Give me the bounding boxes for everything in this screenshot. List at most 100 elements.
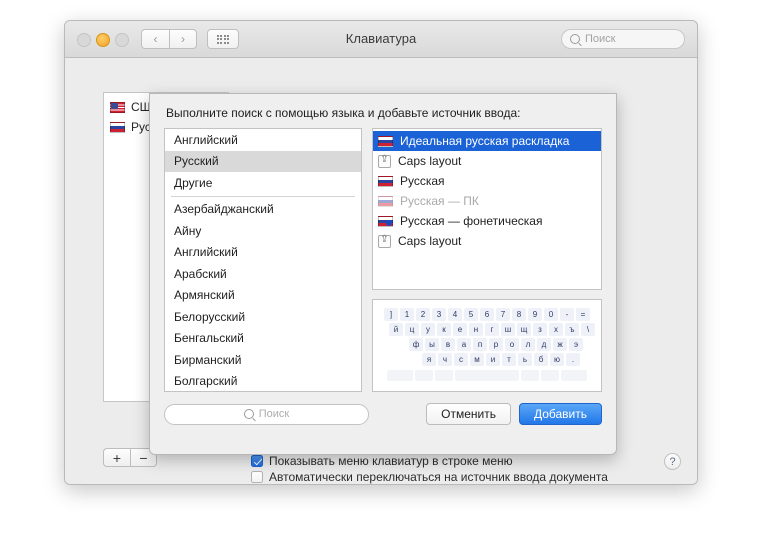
language-list[interactable]: Английский Русский Другие Азербайджански…: [164, 128, 362, 392]
sheet-search-field[interactable]: Поиск: [164, 403, 369, 425]
input-source-label: Caps layout: [398, 154, 462, 168]
keyboard-key: э: [569, 338, 583, 351]
keyboard-key: ж: [553, 338, 567, 351]
window-search-placeholder: Поиск: [585, 33, 616, 45]
russian-flag-phonetic-icon: [378, 215, 393, 227]
keyboard-row-3: фывапролджэ: [391, 338, 583, 351]
keyboard-key: ь: [518, 353, 532, 366]
keyboard-key: 6: [480, 308, 494, 321]
keyboard-key: л: [521, 338, 535, 351]
keyboard-key: 3: [432, 308, 446, 321]
sheet-button-group: Отменить Добавить: [426, 403, 602, 425]
sheet-columns: Английский Русский Другие Азербайджански…: [164, 128, 602, 392]
keyboard-key: м: [470, 353, 484, 366]
keyboard-key: ф: [409, 338, 423, 351]
language-item-armenian[interactable]: Армянский: [165, 285, 361, 307]
russian-flag-icon: [378, 195, 393, 207]
keyboard-spacebar-row: [387, 370, 587, 381]
keyboard-key: з: [533, 323, 547, 336]
language-item-azerbaijani[interactable]: Азербайджанский: [165, 199, 361, 221]
input-source-label: Русская: [400, 174, 445, 188]
language-item-belarusian[interactable]: Белорусский: [165, 306, 361, 328]
keyboard-key: е: [453, 323, 467, 336]
cancel-button[interactable]: Отменить: [426, 403, 511, 425]
input-source-item-ideal-russian[interactable]: Идеальная русская раскладка: [373, 131, 601, 151]
keyboard-key: ш: [501, 323, 515, 336]
keyboard-key: 8: [512, 308, 526, 321]
keyboard-key: ч: [438, 353, 452, 366]
russian-flag-icon: [110, 121, 125, 133]
keyboard-key: х: [549, 323, 563, 336]
input-source-item-russian[interactable]: Русская: [373, 171, 601, 191]
input-source-item-russian-phonetic[interactable]: Русская — фонетическая: [373, 211, 601, 231]
keyboard-key: и: [486, 353, 500, 366]
checkbox-icon[interactable]: [251, 455, 263, 467]
language-item-burmese[interactable]: Бирманский: [165, 349, 361, 371]
keyboard-key: с: [454, 353, 468, 366]
keyboard-key: н: [469, 323, 483, 336]
input-source-label: Русская — фонетическая: [400, 214, 543, 228]
us-flag-icon: [110, 101, 125, 113]
keyboard-key: 2: [416, 308, 430, 321]
keyboard-key: ъ: [565, 323, 579, 336]
keyboard-key: к: [437, 323, 451, 336]
language-item-english-top[interactable]: Английский: [165, 129, 361, 151]
preferences-body: США Русская + − Показывать меню клавиату…: [65, 58, 697, 484]
russian-flag-icon: [378, 135, 393, 147]
language-item-other[interactable]: Другие: [165, 172, 361, 194]
checkbox-label: Показывать меню клавиатур в строке меню: [269, 454, 513, 468]
keyboard-key: =: [576, 308, 590, 321]
language-item-bengali[interactable]: Бенгальский: [165, 328, 361, 350]
window-search-field[interactable]: Поиск: [561, 29, 685, 49]
keyboard-key: -: [560, 308, 574, 321]
keyboard-key: \: [581, 323, 595, 336]
window-titlebar: ‹ › Клавиатура Поиск: [65, 21, 697, 58]
language-item-english[interactable]: Английский: [165, 242, 361, 264]
keyboard-key: 4: [448, 308, 462, 321]
search-icon: [243, 409, 254, 419]
checkbox-show-keyboard-menu[interactable]: Показывать меню клавиатур в строке меню: [251, 454, 513, 468]
keyboard-key: т: [502, 353, 516, 366]
keyboard-key: п: [473, 338, 487, 351]
keyboard-key: ц: [405, 323, 419, 336]
caps-layout-icon: [378, 233, 391, 248]
language-item-arabic[interactable]: Арабский: [165, 263, 361, 285]
keyboard-key: ю: [550, 353, 564, 366]
right-column: Идеальная русская раскладка Caps layout …: [372, 128, 602, 392]
caps-layout-icon: [378, 153, 391, 168]
keyboard-key: я: [422, 353, 436, 366]
keyboard-preferences-window: ‹ › Клавиатура Поиск США Русская +: [64, 20, 698, 485]
keyboard-key: а: [457, 338, 471, 351]
input-source-label: Русская — ПК: [400, 194, 479, 208]
keyboard-key: 0: [544, 308, 558, 321]
input-source-item-caps-layout-1[interactable]: Caps layout: [373, 151, 601, 171]
keyboard-key: ы: [425, 338, 439, 351]
checkbox-auto-switch-document-source[interactable]: Автоматически переключаться на источник …: [251, 470, 608, 484]
keyboard-key: д: [537, 338, 551, 351]
input-source-label: Caps layout: [398, 234, 462, 248]
keyboard-key: р: [489, 338, 503, 351]
language-item-bulgarian[interactable]: Болгарский: [165, 371, 361, 392]
keyboard-key: о: [505, 338, 519, 351]
keyboard-key: щ: [517, 323, 531, 336]
keyboard-key: 5: [464, 308, 478, 321]
keyboard-key: 9: [528, 308, 542, 321]
keyboard-key: 1: [400, 308, 414, 321]
input-source-item-russian-pc: Русская — ПК: [373, 191, 601, 211]
keyboard-key: ]: [384, 308, 398, 321]
keyboard-key: б: [534, 353, 548, 366]
keyboard-key: .: [566, 353, 580, 366]
add-button[interactable]: Добавить: [518, 403, 602, 425]
checkbox-label: Автоматически переключаться на источник …: [269, 470, 608, 484]
input-source-item-caps-layout-2[interactable]: Caps layout: [373, 231, 601, 251]
help-button[interactable]: ?: [664, 453, 681, 470]
sheet-footer: Поиск Отменить Добавить: [164, 403, 602, 425]
keyboard-key: у: [421, 323, 435, 336]
language-item-russian-selected[interactable]: Русский: [165, 150, 361, 172]
russian-flag-icon: [378, 175, 393, 187]
add-source-button[interactable]: +: [103, 448, 130, 467]
language-item-ainu[interactable]: Айну: [165, 220, 361, 242]
language-list-divider: [171, 195, 355, 197]
checkbox-icon[interactable]: [251, 471, 263, 483]
input-source-list[interactable]: Идеальная русская раскладка Caps layout …: [372, 128, 602, 290]
